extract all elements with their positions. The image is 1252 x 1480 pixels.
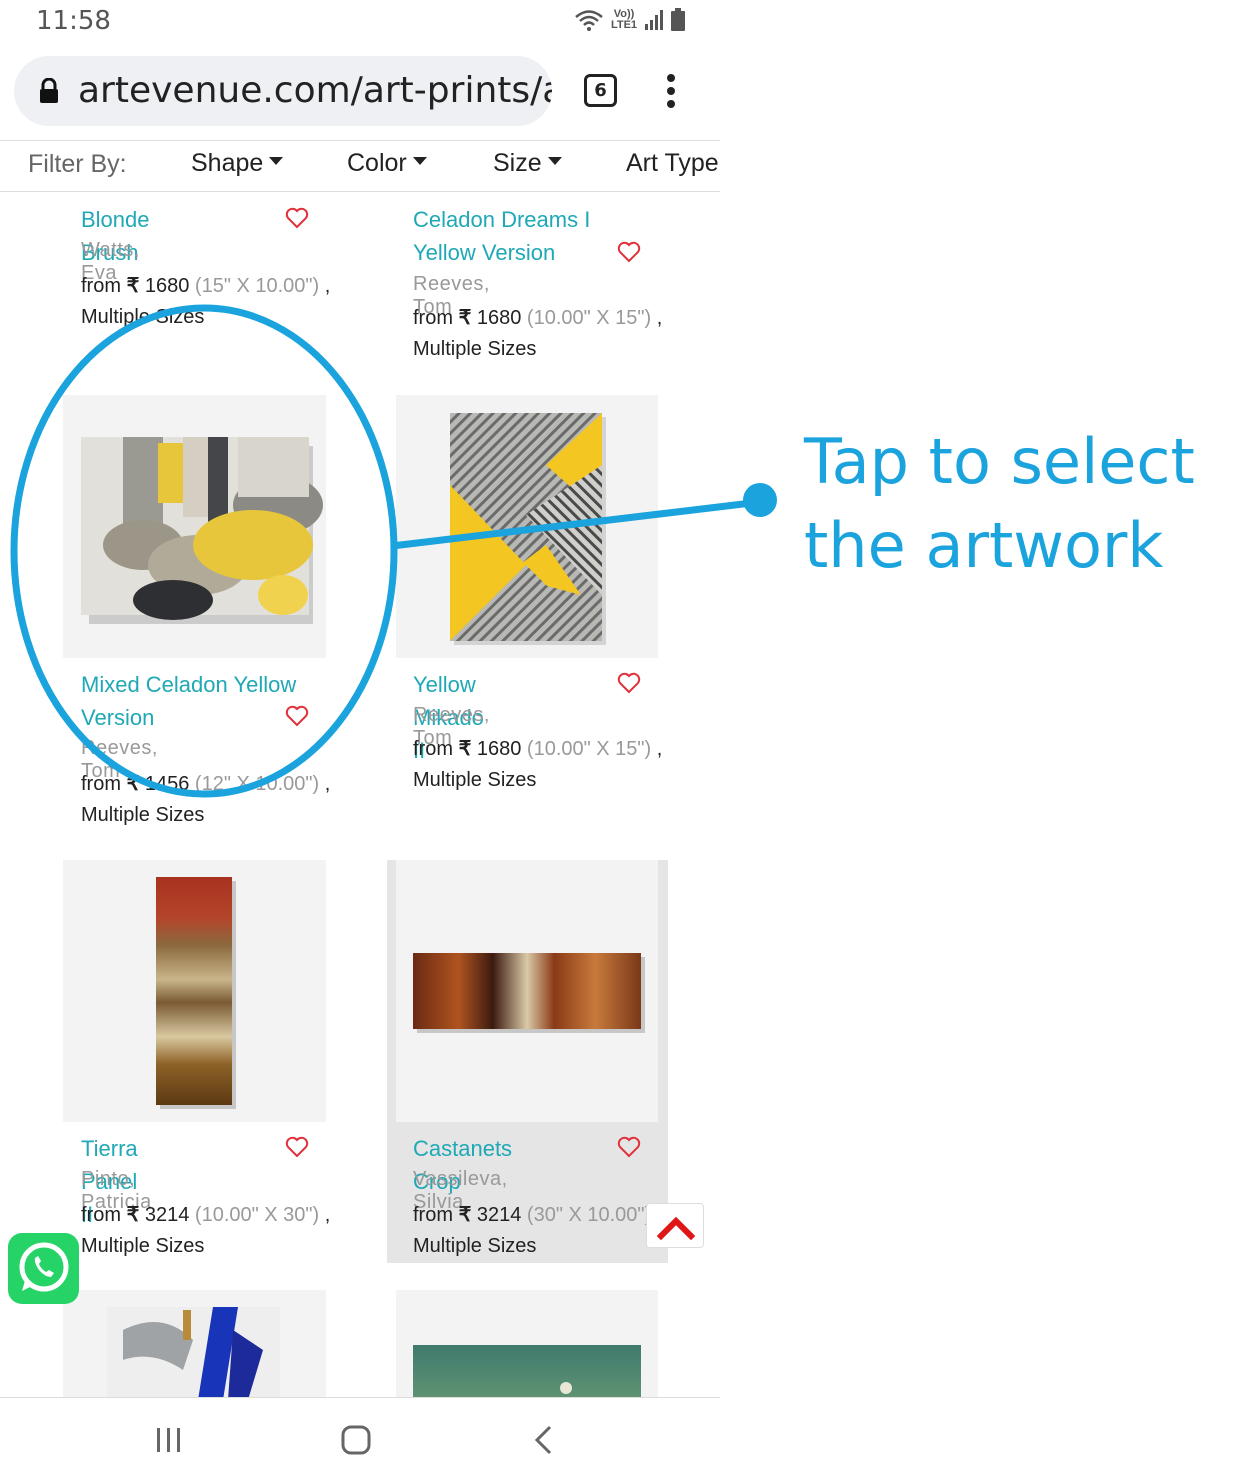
callout-dot — [743, 483, 777, 517]
callout-line — [391, 498, 761, 550]
annotation-overlay — [10, 304, 777, 798]
annotation-line-2: the artwork — [804, 509, 1164, 582]
annotation-text: Tap to select the artwork — [804, 420, 1244, 588]
highlight-circle — [10, 304, 398, 798]
annotation-line-1: Tap to select — [804, 425, 1195, 498]
